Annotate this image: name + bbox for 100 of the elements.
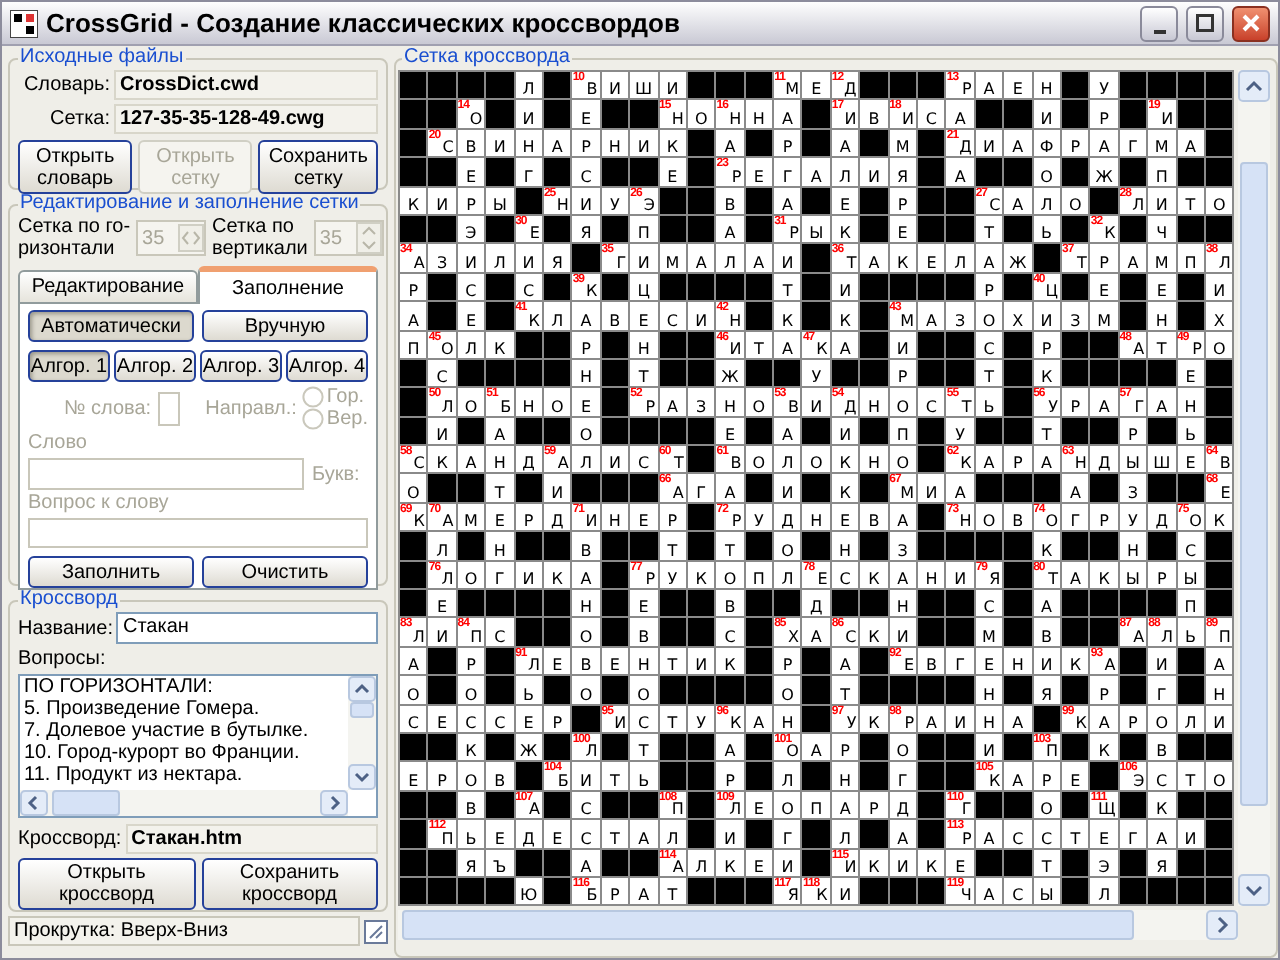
algorithm-button[interactable]: Алгор. 2: [114, 350, 196, 382]
grid-cell[interactable]: Я: [457, 849, 485, 876]
grid-cell[interactable]: О: [543, 388, 571, 416]
grid-cell[interactable]: У: [1090, 72, 1118, 99]
grid-cell[interactable]: Р: [1061, 129, 1089, 157]
grid-cell[interactable]: Е: [1090, 820, 1118, 848]
grid-cell[interactable]: Р: [457, 647, 485, 675]
grid-cell[interactable]: А: [774, 100, 801, 128]
grid-cell[interactable]: Т: [831, 676, 859, 704]
grid-cell[interactable]: Р: [572, 331, 600, 358]
grid-cell[interactable]: Е: [428, 590, 456, 617]
grid-cell[interactable]: А: [1004, 129, 1032, 157]
grid-cell[interactable]: Е: [1090, 273, 1118, 301]
grid-cell[interactable]: У: [1119, 503, 1147, 531]
grid-cell[interactable]: И: [1205, 705, 1233, 732]
grid-cell[interactable]: Л: [486, 244, 514, 272]
grid-cell[interactable]: А: [400, 647, 427, 675]
grid-cell[interactable]: А: [975, 244, 1003, 272]
grid-cell[interactable]: А: [1004, 762, 1032, 790]
grid-cell[interactable]: К: [860, 849, 888, 876]
grid-cell[interactable]: С: [918, 100, 945, 128]
grid-cell[interactable]: К: [457, 733, 485, 761]
grid-cell[interactable]: Р: [659, 503, 686, 531]
scroll-thumb[interactable]: [1240, 162, 1269, 806]
grid-cell[interactable]: О: [457, 676, 485, 704]
grid-cell[interactable]: К: [716, 647, 744, 675]
grid-cell[interactable]: К: [400, 187, 427, 214]
grid-cell[interactable]: Н: [831, 762, 859, 790]
grid-cell[interactable]: Р: [975, 273, 1003, 301]
grid-cell[interactable]: О: [630, 676, 658, 704]
grid-cell[interactable]: А: [831, 791, 859, 819]
grid-cell[interactable]: Е: [630, 302, 658, 330]
grid-cell[interactable]: И: [457, 244, 485, 272]
grid-cell[interactable]: К: [831, 446, 859, 473]
grid-cell[interactable]: В: [1004, 503, 1032, 531]
grid-cell[interactable]: Р: [774, 129, 801, 157]
grid-cell[interactable]: О: [1205, 762, 1233, 790]
grid-cell[interactable]: А: [486, 417, 514, 445]
file-button[interactable]: Сохранить сетку: [258, 140, 379, 194]
grid-cell[interactable]: Л: [687, 849, 715, 876]
grid-cell[interactable]: А: [774, 187, 801, 214]
grid-cell[interactable]: М: [1148, 129, 1176, 157]
grid-cell[interactable]: И: [1033, 302, 1060, 330]
grid-cell[interactable]: Н: [1119, 532, 1147, 560]
grid-cell[interactable]: А: [659, 388, 686, 416]
grid-cell[interactable]: Н: [716, 388, 744, 416]
grid-cell[interactable]: И: [831, 877, 859, 905]
grid-cell[interactable]: М: [659, 244, 686, 272]
grid-cell[interactable]: И: [774, 849, 801, 876]
grid-cell[interactable]: И: [687, 647, 715, 675]
grid-cell[interactable]: С: [400, 705, 427, 732]
grid-cell[interactable]: П: [745, 561, 773, 589]
grid-cell[interactable]: О: [774, 791, 801, 819]
grid-cell[interactable]: О: [716, 561, 744, 589]
grid-cell[interactable]: Ы: [1119, 446, 1147, 473]
grid-cell[interactable]: Е: [630, 503, 658, 531]
grid-cell[interactable]: Г: [687, 474, 715, 502]
grid-cell[interactable]: К: [831, 215, 859, 243]
grid-cell[interactable]: У: [687, 705, 715, 732]
grid-cell[interactable]: А: [831, 647, 859, 675]
grid-cell[interactable]: С: [975, 331, 1003, 358]
grid-cell[interactable]: Т: [630, 733, 658, 761]
grid-cell[interactable]: И: [1177, 820, 1204, 848]
grid-cell[interactable]: И: [1033, 100, 1060, 128]
grid-cell[interactable]: М: [457, 503, 485, 531]
grid-cell[interactable]: А: [1148, 388, 1176, 416]
grid-cell[interactable]: А: [1090, 388, 1118, 416]
grid-cell[interactable]: И: [515, 561, 542, 589]
mode-button[interactable]: Вручную: [202, 310, 368, 342]
grid-cell[interactable]: Н: [1205, 676, 1233, 704]
grid-cell[interactable]: Р: [1090, 244, 1118, 272]
grid-cell[interactable]: Е: [1148, 273, 1176, 301]
grid-cell[interactable]: В: [486, 762, 514, 790]
grid-cell[interactable]: С: [630, 446, 658, 473]
grid-cell[interactable]: Г: [1148, 676, 1176, 704]
grid-cell[interactable]: Р: [1033, 762, 1060, 790]
grid-cell[interactable]: Н: [601, 503, 629, 531]
grid-cell[interactable]: Т: [486, 474, 514, 502]
grid-cell[interactable]: Р: [457, 187, 485, 214]
grid-cell[interactable]: Е: [946, 849, 974, 876]
algorithm-button[interactable]: Алгор. 3: [200, 350, 282, 382]
grid-cell[interactable]: А: [946, 158, 974, 186]
grid-cell[interactable]: Е: [515, 705, 542, 732]
minimize-button[interactable]: [1140, 5, 1178, 41]
grid-cell[interactable]: В: [716, 590, 744, 617]
grid-cell[interactable]: Я: [1148, 849, 1176, 876]
grid-cell[interactable]: Т: [1033, 417, 1060, 445]
grid-cell[interactable]: И: [946, 561, 974, 589]
grid-cell[interactable]: К: [1090, 733, 1118, 761]
grid-cell[interactable]: Л: [946, 244, 974, 272]
grid-cell[interactable]: Н: [486, 446, 514, 473]
grid-cell[interactable]: С: [716, 618, 744, 646]
grid-cell[interactable]: Д: [515, 820, 542, 848]
grid-cell[interactable]: И: [918, 474, 945, 502]
grid-cell[interactable]: Д: [774, 503, 801, 531]
grid-cell[interactable]: Т: [716, 532, 744, 560]
grid-cell[interactable]: А: [918, 302, 945, 330]
grid-cell[interactable]: О: [1148, 705, 1176, 732]
grid-cell[interactable]: О: [889, 388, 917, 416]
grid-cell[interactable]: А: [918, 705, 945, 732]
